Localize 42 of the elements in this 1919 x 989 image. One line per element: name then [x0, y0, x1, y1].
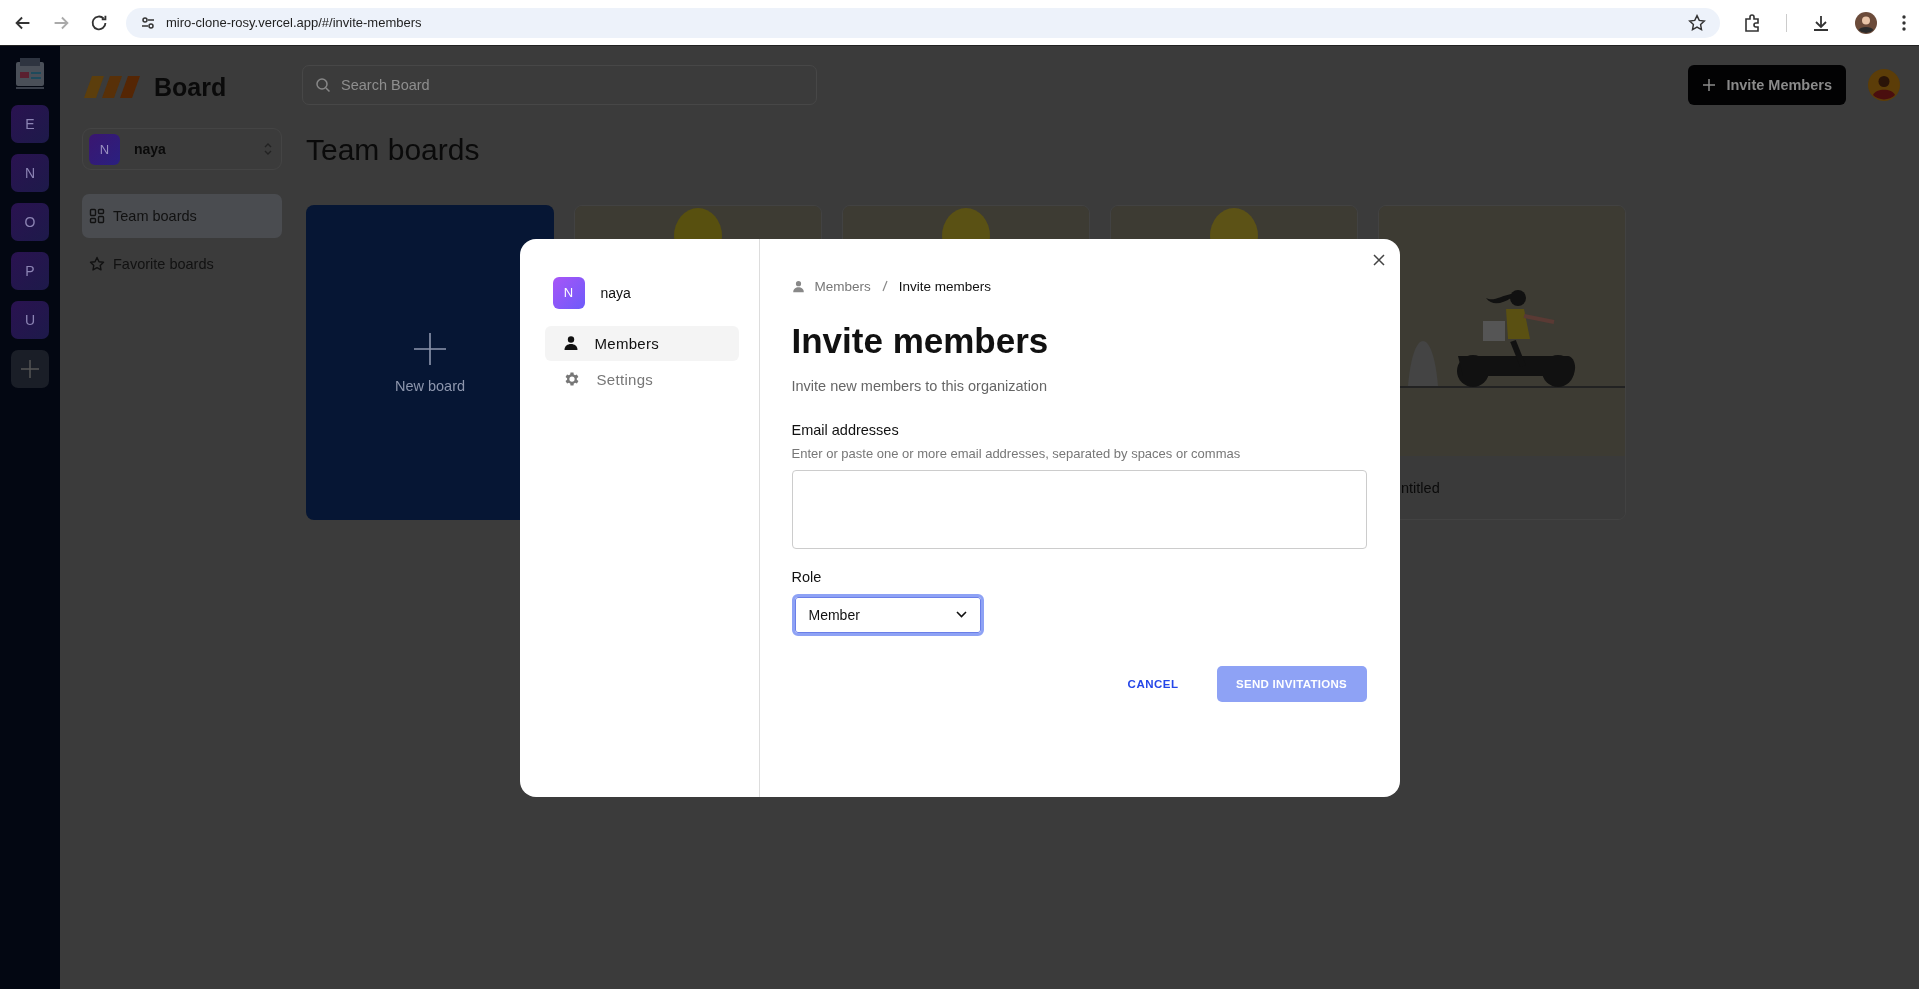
dialog-subtitle: Invite new members to this organization — [791, 377, 1048, 394]
org-avatar: N — [89, 133, 120, 165]
org-button[interactable]: O — [11, 203, 49, 241]
close-icon[interactable] — [1371, 252, 1386, 267]
new-board-label: New board — [394, 377, 466, 394]
url-text: miro-clone-rosy.vercel.app/#/invite-members — [166, 15, 423, 30]
org-button[interactable]: P — [11, 252, 49, 290]
invite-members-button[interactable]: Invite Members — [1688, 65, 1846, 105]
address-bar[interactable]: miro-clone-rosy.vercel.app/#/invite-members — [126, 7, 1720, 38]
plus-icon — [19, 358, 41, 380]
role-select[interactable]: Member — [791, 593, 984, 636]
field-label: Role — [791, 568, 823, 585]
plus-icon — [413, 331, 447, 366]
search-icon — [315, 77, 331, 93]
person-icon — [562, 335, 579, 351]
slash-separator-icon — [880, 280, 889, 292]
email-input-field[interactable] — [791, 469, 1367, 549]
nav-item[interactable]: Members — [544, 325, 739, 361]
profile-avatar-icon[interactable] — [1855, 11, 1877, 34]
cancel-button[interactable]: CANCEL — [1117, 669, 1189, 698]
person-icon — [791, 279, 805, 293]
field-label: Email addresses — [791, 421, 900, 438]
star-icon — [89, 256, 105, 272]
extensions-icon[interactable] — [1742, 12, 1762, 33]
breadcrumb-link[interactable]: Members — [814, 278, 871, 294]
org-avatar: N — [552, 276, 585, 309]
bookmark-star-icon[interactable] — [1688, 13, 1706, 32]
grid-icon — [89, 208, 105, 224]
field-help-text: Enter or paste one or more email addresses, separated by spaces or commas — [791, 445, 1242, 461]
search-placeholder: Search Board — [341, 77, 430, 93]
chevrons-icon — [263, 141, 273, 157]
menu-dots-icon[interactable] — [1901, 13, 1907, 32]
plus-icon — [1702, 78, 1717, 92]
org-name: naya — [600, 284, 631, 301]
tune-icon[interactable] — [140, 14, 156, 31]
search-field[interactable]: Search Board — [302, 65, 817, 105]
org-button[interactable]: N — [11, 154, 49, 192]
breadcrumb-current: Invite members — [898, 278, 992, 294]
dialog-title: Invite members — [791, 319, 1050, 362]
org-button[interactable]: E — [11, 105, 49, 143]
org-button[interactable]: U — [11, 301, 49, 339]
chevron-down-icon — [955, 611, 967, 618]
